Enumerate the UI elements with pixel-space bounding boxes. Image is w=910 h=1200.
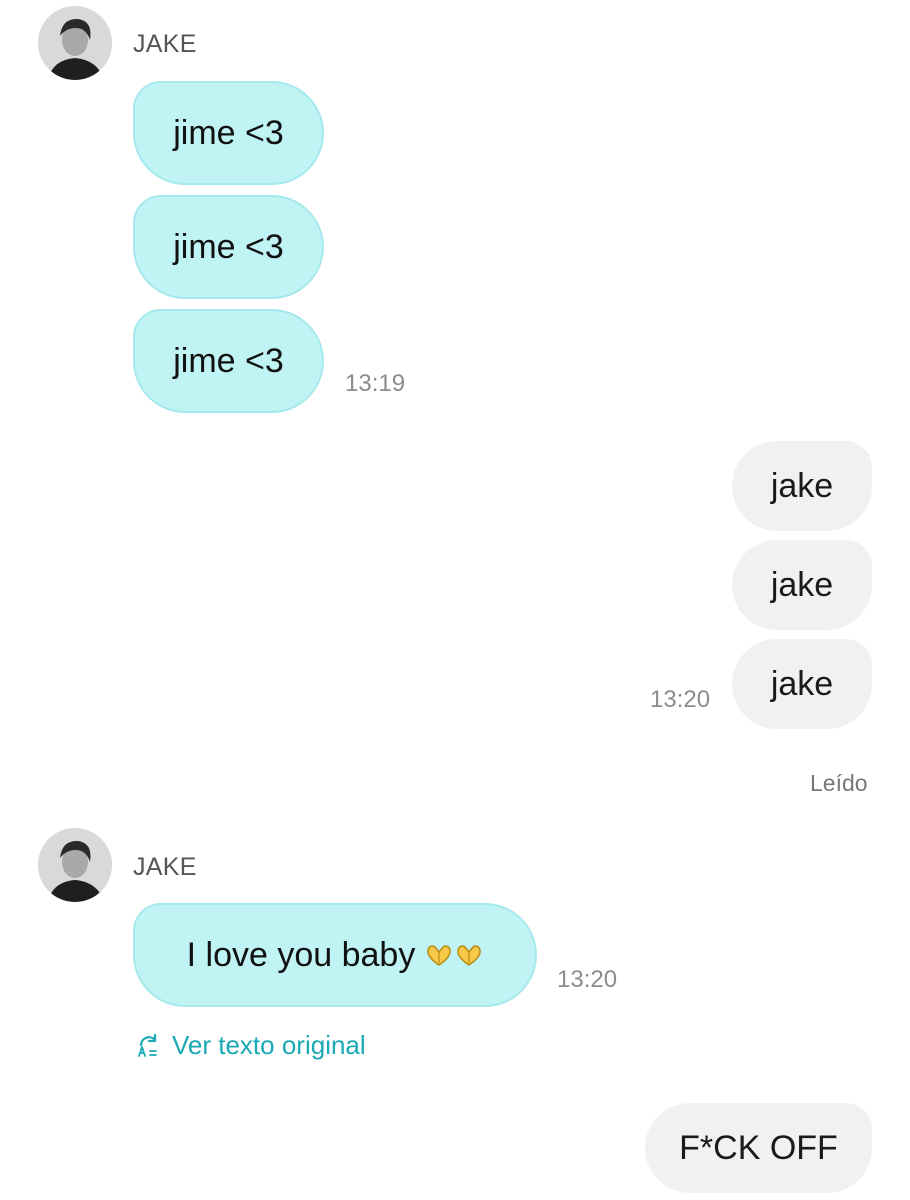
contact-avatar[interactable] [38, 6, 112, 80]
message-text: I love you baby [186, 935, 416, 974]
view-original-text-label: Ver texto original [172, 1030, 366, 1060]
outgoing-message-bubble[interactable]: jake [732, 540, 872, 630]
sender-name: JAKE [133, 853, 197, 881]
view-original-text-link[interactable]: Ver texto original [136, 1030, 366, 1061]
outgoing-message-bubble[interactable]: jake [732, 639, 872, 729]
read-receipt: Leído [810, 770, 868, 796]
message-text: jime <3 [173, 227, 284, 266]
message-text: jake [770, 565, 834, 604]
incoming-message-bubble[interactable]: jime <3 [133, 309, 324, 413]
message-timestamp: 13:19 [345, 370, 406, 397]
incoming-message-bubble[interactable]: I love you baby [133, 903, 537, 1007]
message-timestamp: 13:20 [557, 966, 618, 993]
message-text: jime <3 [173, 113, 284, 152]
message-timestamp: 13:20 [650, 686, 711, 713]
incoming-message-bubble[interactable]: jime <3 [133, 195, 324, 299]
translate-icon [138, 1033, 157, 1057]
sender-name: JAKE [133, 30, 197, 58]
message-text: jake [770, 664, 834, 703]
incoming-message-bubble[interactable]: jime <3 [133, 81, 324, 185]
avatar-photo-icon [38, 6, 112, 80]
outgoing-message-bubble[interactable]: F*CK OFF [645, 1103, 872, 1193]
message-text: F*CK OFF [679, 1128, 838, 1167]
contact-avatar[interactable] [38, 828, 112, 902]
heart-hands-icon [425, 943, 483, 967]
message-text: jime <3 [173, 341, 284, 380]
avatar-photo-icon [38, 828, 112, 902]
outgoing-message-bubble[interactable]: jake [732, 441, 872, 531]
message-text: jake [770, 466, 834, 505]
